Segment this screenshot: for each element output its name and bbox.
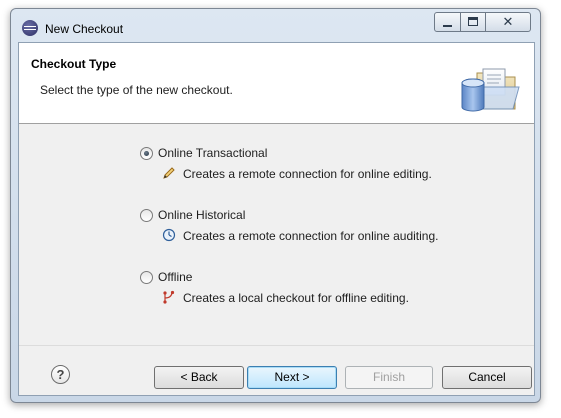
wizard-body: Checkout Type Select the type of the new…	[18, 42, 535, 396]
offline-description: Creates a local checkout for offline edi…	[183, 291, 409, 305]
finish-button[interactable]: Finish	[345, 366, 433, 389]
page-description: Select the type of the new checkout.	[40, 83, 233, 97]
close-icon: ✕	[502, 14, 514, 29]
maximize-button[interactable]	[460, 12, 486, 32]
online-historical-description: Creates a remote connection for online a…	[183, 229, 439, 243]
next-button[interactable]: Next >	[247, 366, 337, 389]
back-button[interactable]: < Back	[154, 366, 244, 389]
clock-icon	[162, 228, 176, 242]
help-icon[interactable]: ?	[51, 365, 70, 384]
eclipse-app-icon	[22, 20, 38, 36]
branch-icon	[163, 290, 175, 304]
close-button[interactable]: ✕	[485, 12, 531, 32]
page-title: Checkout Type	[31, 57, 117, 71]
wizard-footer: ? < Back Next > Finish Cancel	[19, 345, 534, 395]
title-bar[interactable]: New Checkout ✕	[11, 9, 540, 39]
window-title: New Checkout	[45, 22, 124, 36]
online-historical-radio[interactable]	[140, 209, 153, 222]
cancel-button[interactable]: Cancel	[442, 366, 532, 389]
online-transactional-description: Creates a remote connection for online e…	[183, 167, 432, 181]
online-historical-label[interactable]: Online Historical	[158, 208, 245, 222]
new-checkout-window: New Checkout ✕ Checkout Type Select the …	[10, 8, 541, 403]
minimize-icon	[443, 25, 452, 27]
offline-radio[interactable]	[140, 271, 153, 284]
checkout-wizard-icon	[461, 68, 520, 112]
offline-label[interactable]: Offline	[158, 270, 192, 284]
minimize-button[interactable]	[434, 12, 461, 32]
checkout-type-options: Online Transactional Creates a remote co…	[19, 125, 534, 345]
online-transactional-label[interactable]: Online Transactional	[158, 146, 267, 160]
maximize-icon	[468, 17, 478, 26]
wizard-header: Checkout Type Select the type of the new…	[19, 43, 534, 124]
pencil-icon	[163, 167, 175, 179]
online-transactional-radio[interactable]	[140, 147, 153, 160]
